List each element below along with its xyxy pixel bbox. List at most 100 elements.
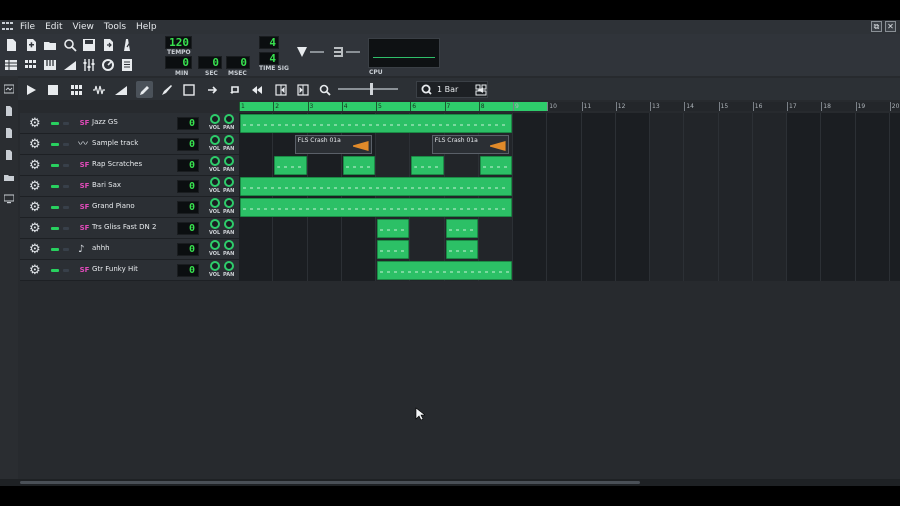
loop-points-button[interactable] (226, 81, 243, 98)
bar-cell[interactable] (821, 218, 856, 239)
pattern-clip[interactable] (240, 177, 512, 196)
track-lane[interactable] (239, 176, 900, 197)
track-name[interactable]: Bari Sax (92, 181, 121, 189)
track-lane[interactable] (239, 260, 900, 281)
timeline-ruler[interactable]: 1 2 3 4 5 6 7 8 9 10 11 12 13 14 15 16 17 18 19 20 (239, 102, 900, 111)
bar-cell[interactable] (650, 134, 685, 155)
bar-cell[interactable] (752, 176, 787, 197)
bar-cell[interactable] (239, 155, 274, 176)
track-lane[interactable] (239, 218, 900, 239)
open-project-icon[interactable] (42, 37, 58, 53)
add-beat-track-button[interactable] (68, 81, 85, 98)
bar-cell[interactable] (341, 239, 376, 260)
bar-cell[interactable] (513, 155, 548, 176)
pan-knob[interactable] (224, 177, 234, 187)
bar-cell[interactable] (889, 155, 900, 176)
bar-cell[interactable] (650, 176, 685, 197)
volume-knob[interactable] (210, 156, 220, 166)
bar-cell[interactable] (650, 197, 685, 218)
bar-cell[interactable] (307, 239, 342, 260)
bar-cell[interactable] (478, 239, 513, 260)
bar-cell[interactable] (855, 260, 890, 281)
track-settings-gear-icon[interactable]: ⚙ (29, 180, 42, 193)
pan-knob[interactable] (224, 114, 234, 124)
pattern-clip[interactable] (445, 219, 478, 238)
bar-cell[interactable] (889, 113, 900, 134)
bar-cell[interactable] (547, 134, 582, 155)
pan-knob[interactable] (224, 219, 234, 229)
track-settings-gear-icon[interactable]: ⚙ (29, 222, 42, 235)
bar-cell[interactable] (239, 134, 274, 155)
app-menu-icon[interactable] (2, 22, 14, 32)
bar-cell[interactable] (718, 260, 753, 281)
bar-cell[interactable] (547, 218, 582, 239)
bar-cell[interactable] (889, 134, 900, 155)
pattern-clip[interactable] (377, 219, 410, 238)
bar-cell[interactable] (752, 218, 787, 239)
close-button[interactable]: ✕ (885, 21, 896, 32)
pan-knob[interactable] (224, 240, 234, 250)
mute-toggle[interactable] (51, 122, 59, 125)
track-settings-gear-icon[interactable]: ⚙ (29, 201, 42, 214)
bar-cell[interactable] (581, 218, 616, 239)
solo-toggle[interactable] (63, 248, 69, 251)
bar-cell[interactable] (855, 218, 890, 239)
pan-knob[interactable] (224, 261, 234, 271)
bar-cell[interactable] (752, 134, 787, 155)
bar-cell[interactable] (513, 176, 548, 197)
bar-cell[interactable] (513, 113, 548, 134)
song-editor-icon[interactable] (3, 57, 19, 73)
play-button[interactable] (22, 81, 39, 98)
bar-cell[interactable] (855, 134, 890, 155)
bar-cell[interactable] (684, 113, 719, 134)
sample-clip[interactable]: FLS Crash 01a (294, 135, 372, 154)
zoom-slider-thumb[interactable] (370, 83, 373, 95)
bar-cell[interactable] (478, 218, 513, 239)
pan-knob[interactable] (224, 198, 234, 208)
bar-cell[interactable] (889, 218, 900, 239)
track-name[interactable]: Rap Scratches (92, 160, 142, 168)
piano-roll-icon[interactable] (42, 57, 58, 73)
mute-toggle[interactable] (51, 143, 59, 146)
pattern-clip[interactable] (445, 240, 478, 259)
mixer-icon[interactable] (81, 57, 97, 73)
bar-cell[interactable] (787, 197, 822, 218)
track-name[interactable]: Sample track (92, 139, 138, 147)
project-notes-icon[interactable] (119, 57, 135, 73)
bar-cell[interactable] (615, 260, 650, 281)
track-settings-gear-icon[interactable]: ⚙ (29, 159, 42, 172)
mute-toggle[interactable] (51, 185, 59, 188)
bar-cell[interactable] (547, 260, 582, 281)
bar-cell[interactable] (615, 113, 650, 134)
bar-cell[interactable] (684, 239, 719, 260)
select-mode-button[interactable] (180, 81, 197, 98)
bar-cell[interactable] (889, 197, 900, 218)
metronome-icon[interactable] (119, 37, 135, 53)
bar-cell[interactable] (650, 218, 685, 239)
mute-toggle[interactable] (51, 269, 59, 272)
bar-cell[interactable] (376, 134, 411, 155)
bar-cell[interactable] (410, 239, 445, 260)
bar-cell[interactable] (821, 155, 856, 176)
tempo-display[interactable]: 120 (165, 36, 192, 49)
pattern-clip[interactable] (274, 156, 307, 175)
sample-clip[interactable]: FLS Crash 01a (431, 135, 509, 154)
bar-cell[interactable] (615, 134, 650, 155)
bar-cell[interactable] (581, 155, 616, 176)
bar-cell[interactable] (581, 197, 616, 218)
bar-cell[interactable] (650, 155, 685, 176)
bar-cell[interactable] (752, 155, 787, 176)
bar-cell[interactable] (821, 134, 856, 155)
bar-cell[interactable] (718, 218, 753, 239)
timesig-numerator[interactable]: 4 (259, 36, 279, 49)
menu-help[interactable]: Help (136, 22, 157, 32)
solo-toggle[interactable] (63, 164, 69, 167)
bar-cell[interactable] (787, 134, 822, 155)
bar-cell[interactable] (821, 197, 856, 218)
master-volume-slider[interactable] (310, 51, 324, 53)
instrument-plugins-icon[interactable] (4, 84, 14, 94)
bar-cell[interactable] (718, 239, 753, 260)
bar-cell[interactable] (650, 260, 685, 281)
bar-cell[interactable] (718, 113, 753, 134)
track-settings-gear-icon[interactable]: ⚙ (29, 117, 42, 130)
